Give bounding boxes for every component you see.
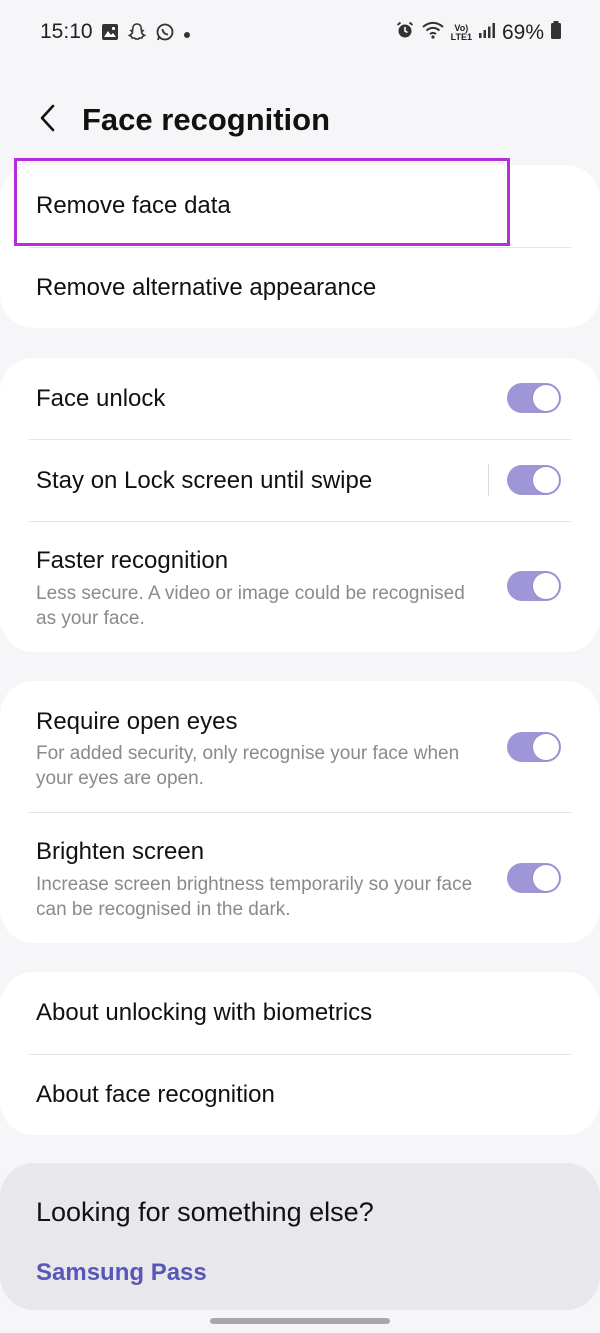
brighten-screen-item[interactable]: Brighten screen Increase screen brightne… xyxy=(0,813,600,943)
faster-recognition-description: Less secure. A video or image could be r… xyxy=(36,583,465,629)
chevron-left-icon xyxy=(38,103,58,138)
alarm-icon xyxy=(395,20,415,45)
status-bar: 15:10 Vo) LTE1 69% xyxy=(0,0,600,70)
brighten-screen-label: Brighten screen xyxy=(36,838,205,865)
dot-icon xyxy=(183,26,191,44)
system-icons: Vo) LTE1 69% xyxy=(395,20,562,45)
page-title: Face recognition xyxy=(82,102,331,137)
samsung-pass-link[interactable]: Samsung Pass xyxy=(36,1259,207,1287)
battery-percent: 69% xyxy=(501,20,544,44)
require-open-eyes-item[interactable]: Require open eyes For added security, on… xyxy=(0,681,600,812)
brighten-screen-toggle[interactable] xyxy=(507,863,561,893)
suggestions-card: Looking for something else? Samsung Pass xyxy=(0,1163,600,1310)
about-face-recognition-label: About face recognition xyxy=(36,1081,275,1108)
brighten-screen-description: Increase screen brightness temporarily s… xyxy=(36,874,473,920)
faster-recognition-item[interactable]: Faster recognition Less secure. A video … xyxy=(0,522,600,652)
face-data-card: Remove face data Remove alternative appe… xyxy=(0,165,600,328)
security-settings-card: Require open eyes For added security, on… xyxy=(0,681,600,943)
require-open-eyes-label: Require open eyes xyxy=(36,708,238,735)
toggle-knob xyxy=(533,573,559,599)
battery-icon xyxy=(550,20,562,45)
face-unlock-label: Face unlock xyxy=(36,385,166,412)
remove-face-data-label: Remove face data xyxy=(36,192,231,219)
require-open-eyes-toggle[interactable] xyxy=(507,732,561,762)
toggle-knob xyxy=(533,734,559,760)
toggle-knob xyxy=(533,385,559,411)
stay-on-lock-screen-label: Stay on Lock screen until swipe xyxy=(36,467,373,494)
remove-alternative-appearance-label: Remove alternative appearance xyxy=(36,274,377,301)
volte-indicator: Vo) LTE1 xyxy=(450,23,472,42)
unlock-settings-card: Face unlock Stay on Lock screen until sw… xyxy=(0,358,600,652)
back-button[interactable] xyxy=(28,100,68,140)
faster-recognition-toggle[interactable] xyxy=(507,571,561,601)
gallery-icon xyxy=(101,23,119,46)
app-header: Face recognition xyxy=(0,90,600,154)
status-time: 15:10 xyxy=(40,20,93,43)
toggle-knob xyxy=(533,865,559,891)
signal-icon xyxy=(478,21,496,44)
remove-face-data-item[interactable]: Remove face data xyxy=(0,165,600,247)
about-biometrics-item[interactable]: About unlocking with biometrics xyxy=(0,972,600,1054)
face-unlock-item[interactable]: Face unlock xyxy=(0,358,600,440)
remove-alternative-appearance-item[interactable]: Remove alternative appearance xyxy=(0,247,600,328)
toggle-knob xyxy=(533,467,559,493)
about-card: About unlocking with biometrics About fa… xyxy=(0,972,600,1135)
faster-recognition-label: Faster recognition xyxy=(36,547,229,574)
require-open-eyes-description: For added security, only recognise your … xyxy=(36,743,460,789)
suggestions-title: Looking for something else? xyxy=(36,1197,374,1227)
about-biometrics-label: About unlocking with biometrics xyxy=(36,999,373,1026)
gesture-navigation-handle[interactable] xyxy=(210,1318,390,1324)
notification-icons xyxy=(101,22,191,47)
whatsapp-icon xyxy=(155,22,175,47)
snapchat-icon xyxy=(127,22,147,47)
stay-on-lock-screen-toggle[interactable] xyxy=(507,465,561,495)
volte-bottom-label: LTE1 xyxy=(450,31,472,42)
stay-on-lock-screen-item[interactable]: Stay on Lock screen until swipe xyxy=(0,440,600,522)
vertical-separator xyxy=(488,464,489,496)
about-face-recognition-item[interactable]: About face recognition xyxy=(0,1055,600,1135)
face-unlock-toggle[interactable] xyxy=(507,383,561,413)
wifi-icon xyxy=(421,20,445,45)
